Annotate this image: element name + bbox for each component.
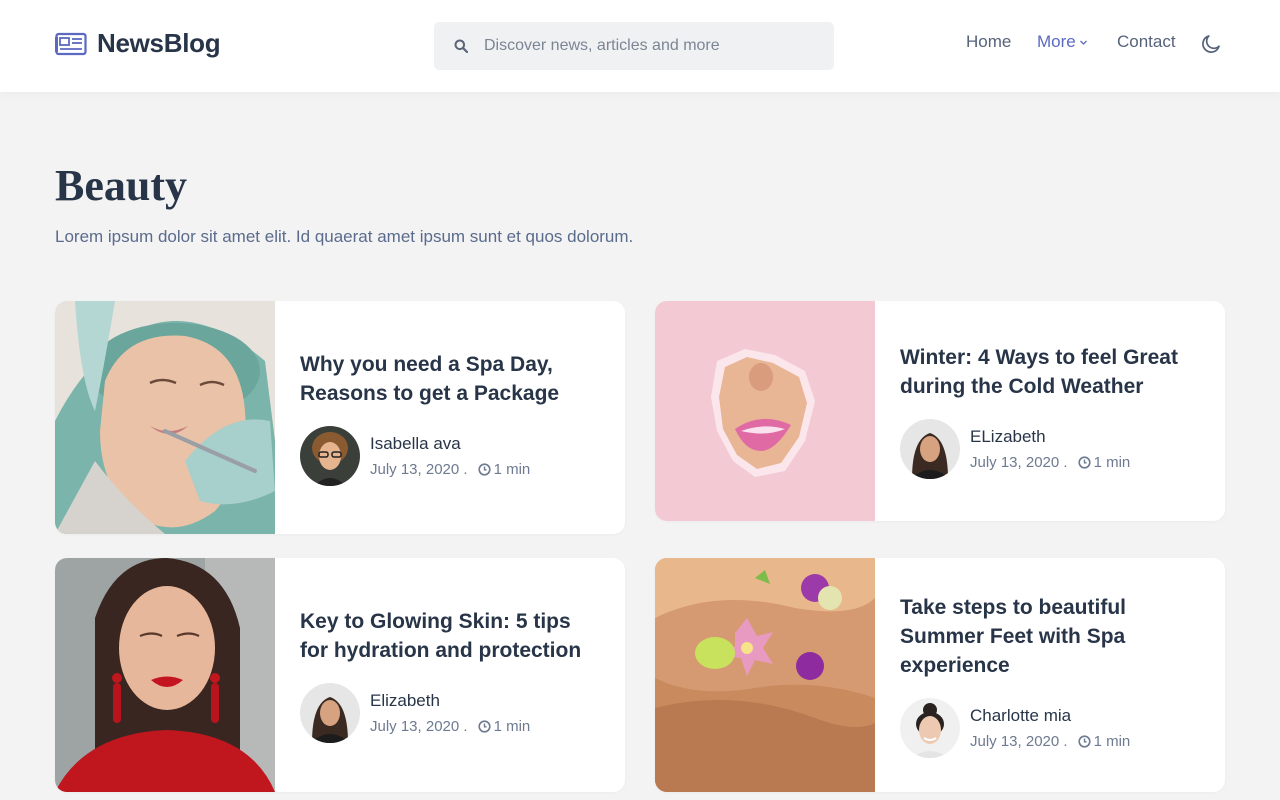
search-icon: [454, 39, 468, 53]
avatar: [300, 425, 360, 486]
article-title[interactable]: Why you need a Spa Day, Reasons to get a…: [300, 350, 601, 408]
avatar: [900, 697, 960, 758]
article-author: Elizabeth July 13, 2020 . 1 min: [300, 683, 601, 743]
article-title[interactable]: Key to Glowing Skin: 5 tips for hydratio…: [300, 607, 601, 665]
article-date: July 13, 2020 .: [970, 732, 1068, 750]
page-description: Lorem ipsum dolor sit amet elit. Id quae…: [55, 227, 634, 246]
article-title[interactable]: Take steps to beautiful Summer Feet with…: [900, 593, 1201, 680]
article-body: Why you need a Spa Day, Reasons to get a…: [275, 301, 625, 534]
avatar: [900, 419, 960, 479]
site-header: NewsBlog Home More Contact: [0, 0, 1280, 92]
brand-name: NewsBlog: [97, 28, 221, 58]
woman-red-lipstick-portrait-photo: [55, 558, 275, 792]
nav-contact-link[interactable]: Contact: [1117, 32, 1176, 52]
feet-spa-flowers-photo: [655, 558, 875, 792]
article-title[interactable]: Winter: 4 Ways to feel Great during the …: [900, 343, 1201, 401]
read-time: 1 min: [1093, 732, 1131, 750]
clock-icon: [477, 462, 491, 476]
article-author: ELizabeth July 13, 2020 . 1 min: [900, 419, 1201, 479]
lips-through-pink-paper-photo: [655, 301, 875, 521]
search-bar: [434, 22, 834, 70]
author-name[interactable]: Elizabeth: [370, 691, 530, 711]
page-title: Beauty: [55, 161, 187, 210]
article-card[interactable]: Why you need a Spa Day, Reasons to get a…: [55, 301, 625, 534]
brand-logo[interactable]: NewsBlog: [55, 28, 221, 59]
search-input[interactable]: [484, 22, 824, 70]
article-body: Take steps to beautiful Summer Feet with…: [875, 558, 1225, 792]
read-time: 1 min: [493, 718, 531, 735]
article-meta: July 13, 2020 . 1 min: [370, 718, 530, 735]
chevron-down-icon: [1079, 40, 1087, 45]
read-time: 1 min: [493, 460, 531, 478]
read-time: 1 min: [1093, 454, 1131, 471]
article-date: July 13, 2020 .: [370, 460, 468, 478]
article-meta: July 13, 2020 . 1 min: [970, 733, 1130, 750]
spa-facial-treatment-photo: [55, 301, 275, 534]
author-name[interactable]: Charlotte mia: [970, 706, 1130, 726]
clock-icon: [1077, 734, 1091, 748]
article-date: July 13, 2020 .: [970, 454, 1068, 471]
clock-icon: [477, 720, 491, 733]
article-meta: July 13, 2020 . 1 min: [970, 454, 1130, 471]
nav-more-dropdown[interactable]: More: [1037, 32, 1088, 52]
author-name[interactable]: Isabella ava: [370, 434, 530, 454]
clock-icon: [1077, 456, 1091, 469]
article-body: Key to Glowing Skin: 5 tips for hydratio…: [275, 558, 625, 792]
article-card[interactable]: Key to Glowing Skin: 5 tips for hydratio…: [55, 558, 625, 792]
author-name[interactable]: ELizabeth: [970, 427, 1130, 447]
nav-more-label: More: [1037, 32, 1076, 51]
article-card[interactable]: Take steps to beautiful Summer Feet with…: [655, 558, 1225, 792]
article-author: Isabella ava July 13, 2020 . 1 min: [300, 425, 601, 486]
newspaper-icon: [55, 32, 87, 55]
avatar: [300, 683, 360, 743]
article-body: Winter: 4 Ways to feel Great during the …: [875, 301, 1225, 521]
article-author: Charlotte mia July 13, 2020 . 1 min: [900, 697, 1201, 758]
article-meta: July 13, 2020 . 1 min: [370, 461, 530, 478]
nav-home-link[interactable]: Home: [966, 32, 1011, 52]
article-card[interactable]: Winter: 4 Ways to feel Great during the …: [655, 301, 1225, 521]
article-date: July 13, 2020 .: [370, 718, 468, 735]
moon-icon[interactable]: [1200, 33, 1222, 55]
